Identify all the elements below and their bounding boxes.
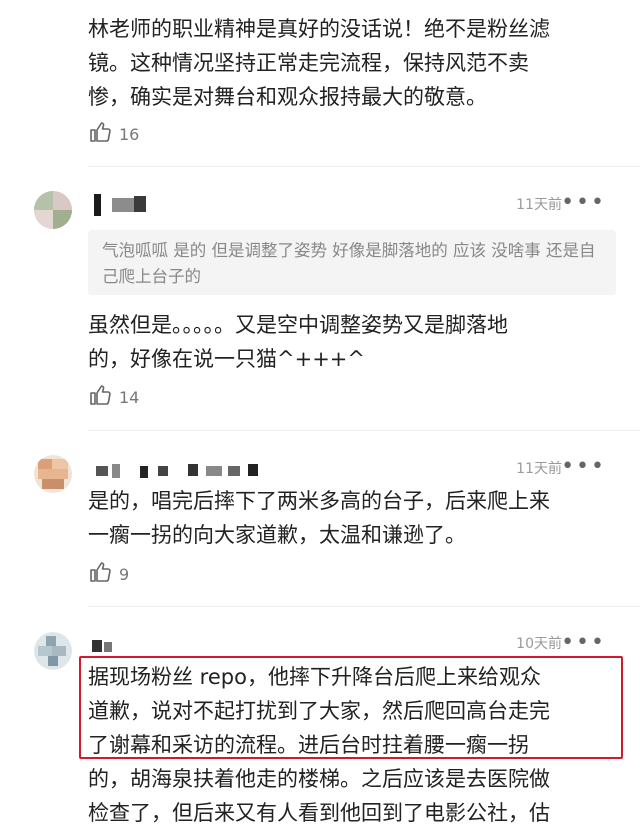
- divider: [88, 430, 640, 431]
- avatar[interactable]: [34, 191, 72, 229]
- like-button[interactable]: 16: [88, 121, 139, 147]
- comment-text: 是的，唱完后摔下了两米多高的台子，后来爬上来 一瘸一拐的向大家道歉，太温和谦逊了…: [88, 489, 550, 547]
- username-redacted[interactable]: [88, 460, 278, 482]
- divider: [88, 166, 640, 167]
- more-dots-icon[interactable]: •••: [561, 192, 606, 214]
- comment-time: 11天前: [516, 197, 562, 213]
- comment-text: 林老师的职业精神是真好的没话说！绝不是粉丝滤 镜。这种情况坚持正常走完流程，保持…: [88, 17, 550, 109]
- quoted-reply[interactable]: 气泡呱呱 是的 但是调整了姿势 好像是脚落地的 应该 没啥事 还是自己爬上台子的: [88, 230, 616, 295]
- avatar[interactable]: [34, 455, 72, 493]
- like-count: 9: [119, 564, 130, 584]
- like-count: 16: [119, 124, 140, 144]
- thumbs-up-icon: [88, 120, 112, 148]
- username-redacted[interactable]: [88, 194, 158, 216]
- comment-text: 虽然但是。。。。。又是空中调整姿势又是脚落地 的，好像在说一只猫^+++^: [88, 313, 508, 371]
- like-button[interactable]: 14: [88, 384, 139, 410]
- divider: [88, 606, 640, 607]
- like-button[interactable]: 9: [88, 561, 129, 587]
- highlight-annotation: [79, 656, 623, 759]
- more-dots-icon[interactable]: •••: [561, 632, 606, 654]
- username-redacted[interactable]: [88, 636, 128, 658]
- thumbs-up-icon: [88, 383, 112, 411]
- more-dots-icon[interactable]: •••: [561, 456, 606, 478]
- comment-time: 11天前: [516, 461, 562, 477]
- thumbs-up-icon: [88, 560, 112, 588]
- like-count: 14: [119, 387, 140, 407]
- avatar[interactable]: [34, 632, 72, 670]
- comment-time: 10天前: [516, 636, 562, 652]
